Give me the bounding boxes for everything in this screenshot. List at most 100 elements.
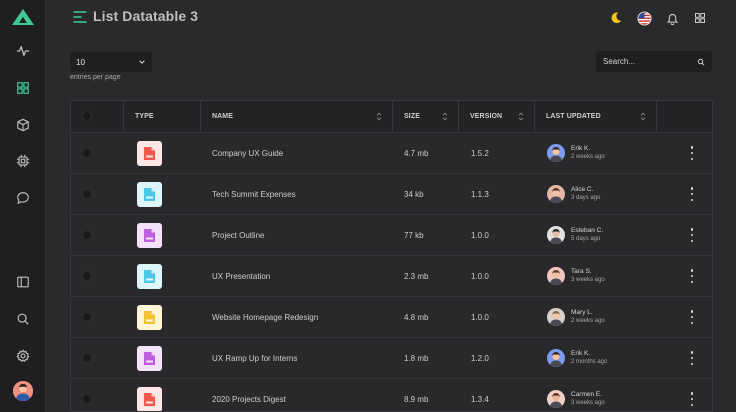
- updated-by: Alice C. 3 days ago: [547, 185, 600, 203]
- chevron-down-icon: [139, 60, 145, 64]
- user-avatar: [547, 144, 565, 162]
- table-row[interactable]: UX Ramp Up for Interns 1.8 mb 1.2.0 Erik…: [71, 338, 712, 379]
- file-version: 1.0.0: [471, 231, 489, 240]
- cpu-icon[interactable]: [12, 150, 34, 172]
- file-version: 1.2.0: [471, 354, 489, 363]
- row-select-radio[interactable]: [82, 230, 92, 240]
- file-name[interactable]: Tech Summit Expenses: [212, 174, 296, 215]
- menu-icon[interactable]: [73, 10, 87, 24]
- sort-icon[interactable]: [518, 112, 524, 121]
- top-bar: List Datatable 3: [46, 0, 736, 34]
- column-type[interactable]: TYPE: [124, 101, 201, 132]
- updated-by: Mary L. 2 weeks ago: [547, 308, 605, 326]
- img-file-icon: [137, 305, 162, 330]
- table-body: Company UX Guide 4.7 mb 1.5.2 Erik K. 2 …: [71, 133, 712, 411]
- updated-time: 3 weeks ago: [571, 399, 605, 406]
- user-name: Esteban C.: [571, 226, 604, 234]
- column-name-label: NAME: [212, 113, 234, 120]
- user-name: Erik K.: [571, 144, 591, 152]
- entries-label: entries per page: [70, 74, 121, 81]
- apps-grid-icon[interactable]: [691, 9, 709, 27]
- doc-file-icon: [137, 346, 162, 371]
- file-name[interactable]: Company UX Guide: [212, 133, 283, 174]
- row-select-radio[interactable]: [82, 189, 92, 199]
- more-vertical-icon[interactable]: [688, 269, 696, 283]
- chat-icon[interactable]: [12, 187, 34, 209]
- more-vertical-icon[interactable]: [688, 351, 696, 365]
- more-vertical-icon[interactable]: [688, 146, 696, 160]
- updated-by: Esteban C. 5 days ago: [547, 226, 603, 244]
- select-all-radio[interactable]: [82, 111, 92, 121]
- file-size: 77 kb: [404, 231, 424, 240]
- column-version[interactable]: VERSION: [459, 101, 535, 132]
- pdf-file-icon: [137, 387, 162, 411]
- updated-by: Carmen E. 3 weeks ago: [547, 390, 605, 408]
- row-select-radio[interactable]: [82, 394, 92, 404]
- more-vertical-icon[interactable]: [688, 187, 696, 201]
- table-row[interactable]: Company UX Guide 4.7 mb 1.5.2 Erik K. 2 …: [71, 133, 712, 174]
- grid-icon[interactable]: [12, 77, 34, 99]
- user-name: Mary L.: [571, 308, 593, 316]
- updated-time: 2 months ago: [571, 358, 608, 365]
- table-row[interactable]: Website Homepage Redesign 4.8 mb 1.0.0 M…: [71, 297, 712, 338]
- datatable: TYPE NAME SIZE VERSION LAST UPDATED Comp…: [70, 100, 713, 412]
- more-vertical-icon[interactable]: [688, 228, 696, 242]
- more-vertical-icon[interactable]: [688, 310, 696, 324]
- doc-file-icon: [137, 223, 162, 248]
- sort-icon[interactable]: [640, 112, 646, 121]
- file-size: 4.7 mb: [404, 149, 429, 158]
- file-name[interactable]: Website Homepage Redesign: [212, 297, 318, 338]
- row-select-radio[interactable]: [82, 271, 92, 281]
- row-select-radio[interactable]: [82, 148, 92, 158]
- activity-icon[interactable]: [12, 40, 34, 62]
- column-last-updated[interactable]: LAST UPDATED: [535, 101, 657, 132]
- column-last-updated-label: LAST UPDATED: [546, 113, 601, 120]
- row-select-radio[interactable]: [82, 312, 92, 322]
- updated-by: Erik K. 2 months ago: [547, 349, 607, 367]
- user-avatar[interactable]: [11, 379, 35, 403]
- file-size: 1.8 mb: [404, 354, 429, 363]
- table-row[interactable]: Project Outline 77 kb 1.0.0 Esteban C. 5…: [71, 215, 712, 256]
- row-select-radio[interactable]: [82, 353, 92, 363]
- column-name[interactable]: NAME: [201, 101, 393, 132]
- us-flag-icon[interactable]: [635, 9, 653, 27]
- user-avatar: [547, 308, 565, 326]
- updated-time: 2 weeks ago: [571, 317, 605, 324]
- search-input[interactable]: [603, 57, 683, 66]
- box-icon[interactable]: [12, 114, 34, 136]
- sidebar: [0, 0, 46, 412]
- sort-icon[interactable]: [376, 112, 382, 121]
- moon-icon[interactable]: [607, 9, 625, 27]
- logo-icon[interactable]: [11, 8, 35, 26]
- table-row[interactable]: UX Presentation 2.3 mb 1.0.0 Tara S. 3 w…: [71, 256, 712, 297]
- user-avatar: [547, 390, 565, 408]
- select-column-header: [71, 101, 124, 132]
- sidebar-toggle-icon[interactable]: [12, 271, 34, 293]
- search-box[interactable]: [596, 51, 712, 72]
- user-name: Alice C.: [571, 185, 594, 193]
- file-name[interactable]: UX Presentation: [212, 256, 270, 297]
- entries-select[interactable]: 10: [70, 52, 152, 72]
- user-avatar: [547, 267, 565, 285]
- more-vertical-icon[interactable]: [688, 392, 696, 406]
- search-icon[interactable]: [697, 58, 705, 66]
- file-size: 8.9 mb: [404, 395, 429, 404]
- search-icon[interactable]: [12, 308, 34, 330]
- page-title: List Datatable 3: [93, 8, 199, 24]
- file-name[interactable]: UX Ramp Up for Interns: [212, 338, 297, 379]
- sort-icon[interactable]: [442, 112, 448, 121]
- column-size[interactable]: SIZE: [393, 101, 459, 132]
- updated-time: 5 days ago: [571, 235, 601, 242]
- file-name[interactable]: Project Outline: [212, 215, 264, 256]
- pdf-file-icon: [137, 141, 162, 166]
- file-version: 1.1.3: [471, 190, 489, 199]
- file-size: 2.3 mb: [404, 272, 429, 281]
- file-version: 1.5.2: [471, 149, 489, 158]
- updated-time: 2 weeks ago: [571, 153, 605, 160]
- bell-icon[interactable]: [663, 9, 681, 27]
- table-row[interactable]: Tech Summit Expenses 34 kb 1.1.3 Alice C…: [71, 174, 712, 215]
- updated-time: 3 days ago: [571, 194, 601, 201]
- file-name[interactable]: 2020 Projects Digest: [212, 379, 286, 411]
- settings-icon[interactable]: [12, 345, 34, 367]
- table-row[interactable]: 2020 Projects Digest 8.9 mb 1.3.4 Carmen…: [71, 379, 712, 411]
